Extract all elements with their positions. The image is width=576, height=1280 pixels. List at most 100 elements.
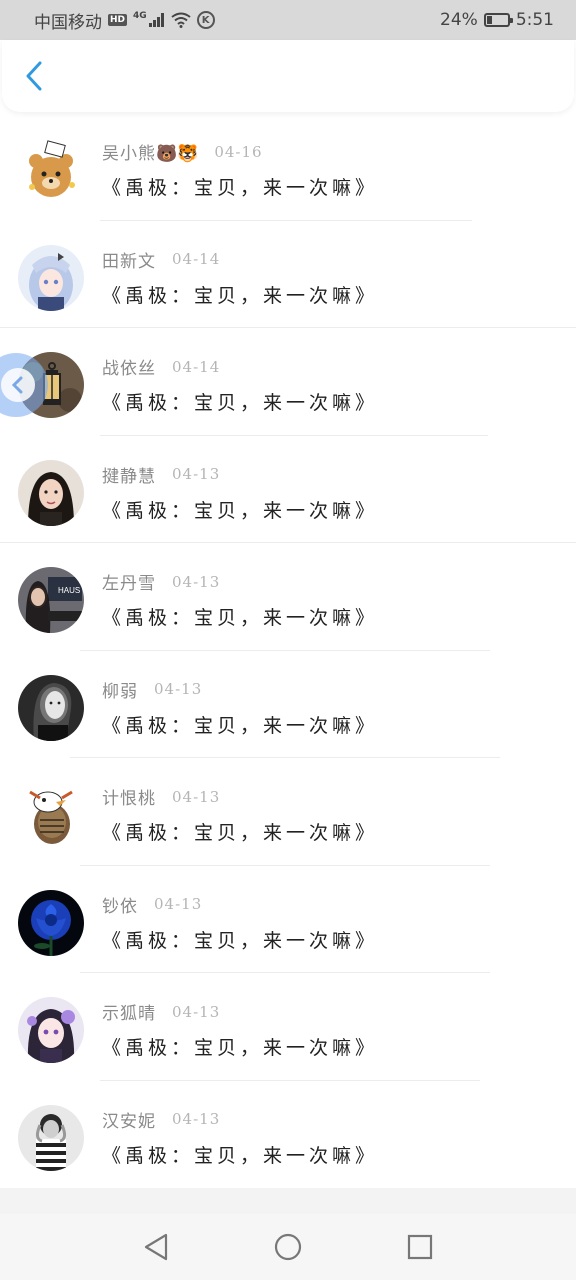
message-row[interactable]: HAUS 左丹雪 04-13 《禹极：宝贝，来一次嘛》 (0, 543, 576, 651)
username: 计恨桃 (102, 784, 156, 809)
message-row[interactable]: 战依丝 04-14 《禹极：宝贝，来一次嘛》 (0, 328, 576, 436)
meta-line: 钞依 04-13 (102, 892, 202, 917)
username: 吴小熊🐻🐯 (102, 139, 198, 164)
blue-rose-avatar (18, 889, 84, 956)
meta-line: 战依丝 04-14 (102, 354, 221, 380)
avatar[interactable] (18, 889, 84, 956)
circle-home-icon (274, 1233, 302, 1261)
nav-recent-button[interactable] (400, 1227, 440, 1267)
bw-portrait-avatar (18, 674, 84, 741)
status-left: 中国移动 HD 4G K (34, 8, 215, 33)
message-date: 04-13 (154, 895, 203, 913)
hd-badge: HD (108, 14, 128, 26)
message-row[interactable]: 柳弱 04-13 《禹极：宝贝，来一次嘛》 (0, 651, 576, 758)
username-text: 吴小熊 (102, 144, 156, 164)
anime-purple-avatar (18, 997, 84, 1063)
message-row[interactable]: 钞依 04-13 《禹极：宝贝，来一次嘛》 (0, 866, 576, 973)
username: 左丹雪 (102, 569, 156, 594)
message-text: 《禹极：宝贝，来一次嘛》 (102, 1144, 379, 1167)
username: 揵静慧 (102, 462, 156, 487)
message-row[interactable]: 吴小熊🐻🐯 04-16 《禹极：宝贝，来一次嘛》 (0, 113, 576, 221)
meta-line: 左丹雪 04-13 (102, 569, 221, 595)
triangle-back-icon (144, 1233, 168, 1261)
navigation-bar (0, 1214, 576, 1280)
network-type: 4G (133, 11, 147, 21)
message-date: 04-13 (172, 572, 221, 591)
clock: 5:51 (515, 10, 554, 30)
avatar[interactable] (18, 674, 84, 741)
message-text: 《禹极：宝贝，来一次嘛》 (102, 1037, 379, 1059)
message-row[interactable]: 汉安妮 04-13 《禹极：宝贝，来一次嘛》 (0, 1081, 576, 1189)
username-text: 左丹雪 (102, 574, 156, 594)
signal-icon (148, 13, 165, 27)
message-text: 《禹极：宝贝，来一次嘛》 (102, 499, 379, 522)
meta-line: 揵静慧 04-13 (102, 462, 220, 487)
username: 汉安妮 (102, 1107, 156, 1132)
square-recent-icon (407, 1234, 433, 1260)
username-emoji: 🐻🐯 (156, 144, 199, 164)
username-text: 计恨桃 (102, 789, 156, 809)
message-row[interactable]: 示狐晴 04-13 《禹极：宝贝，来一次嘛》 (0, 973, 576, 1081)
meta-line: 示狐晴 04-13 (102, 999, 221, 1025)
message-text: 《禹极：宝贝，来一次嘛》 (102, 392, 379, 414)
message-text: 《禹极：宝贝，来一次嘛》 (102, 929, 379, 952)
girl-photo-avatar (18, 459, 84, 526)
carrier-name: 中国移动 (34, 12, 102, 33)
message-date: 04-13 (172, 787, 221, 806)
username-text: 田新文 (102, 251, 156, 272)
avatar[interactable]: HAUS (18, 567, 84, 633)
message-date: 04-14 (172, 250, 221, 268)
meta-line: 田新文 04-14 (102, 247, 220, 272)
message-row[interactable]: 计恨桃 04-13 《禹极：宝贝，来一次嘛》 (0, 758, 576, 866)
k-app-icon: K (196, 11, 215, 29)
message-row[interactable]: 田新文 04-14 《禹极：宝贝，来一次嘛》 (0, 221, 576, 328)
username: 示狐晴 (102, 999, 156, 1024)
status-right: 24% 5:51 (440, 10, 554, 30)
message-text: 《禹极：宝贝，来一次嘛》 (102, 177, 379, 199)
back-button[interactable] (16, 58, 52, 94)
avatar[interactable] (18, 244, 84, 311)
username-text: 钞依 (102, 896, 138, 917)
username-text: 战依丝 (102, 359, 156, 379)
meta-line: 汉安妮 04-13 (102, 1107, 220, 1132)
anime-girl-avatar (18, 244, 84, 311)
username-text: 示狐晴 (102, 1004, 156, 1024)
status-bar: 中国移动 HD 4G K 24% 5:51 (0, 0, 576, 40)
battery-fill (486, 16, 492, 24)
chevron-left-icon (26, 61, 42, 91)
girl-sign-avatar: HAUS (18, 567, 84, 633)
battery-icon (483, 13, 513, 27)
avatar[interactable] (18, 782, 84, 848)
message-text: 《禹极：宝贝，来一次嘛》 (102, 714, 379, 737)
username-text: 柳弱 (102, 681, 138, 702)
message-row[interactable]: 揵静慧 04-13 《禹极：宝贝，来一次嘛》 (0, 436, 576, 543)
message-date: 04-13 (172, 1002, 221, 1021)
bottom-strip (0, 1188, 576, 1214)
message-text: 《禹极：宝贝，来一次嘛》 (102, 822, 379, 844)
meta-line: 吴小熊🐻🐯 04-16 (102, 139, 263, 165)
username: 柳弱 (102, 677, 138, 702)
message-date: 04-16 (214, 142, 263, 161)
username-text: 汉安妮 (102, 1111, 156, 1132)
avatar[interactable] (18, 1104, 84, 1171)
avatar[interactable] (18, 137, 84, 203)
nav-back-button[interactable] (136, 1227, 176, 1267)
header (2, 40, 574, 112)
username: 钞依 (102, 892, 138, 917)
nav-home-button[interactable] (268, 1227, 308, 1267)
username: 战依丝 (102, 354, 156, 379)
floating-back-icon (1, 368, 35, 402)
message-date: 04-14 (172, 357, 221, 376)
username-text: 揵静慧 (102, 466, 156, 487)
cartoon-bird-avatar (18, 782, 84, 848)
message-date: 04-13 (172, 1110, 221, 1128)
avatar[interactable] (18, 459, 84, 526)
wifi-icon (171, 12, 191, 28)
cartoon-bear-avatar (18, 137, 84, 203)
avatar[interactable] (18, 997, 84, 1063)
message-text: 《禹极：宝贝，来一次嘛》 (102, 284, 379, 307)
striped-shirt-avatar (18, 1104, 84, 1171)
meta-line: 柳弱 04-13 (102, 677, 202, 702)
username: 田新文 (102, 247, 156, 272)
message-text: 《禹极：宝贝，来一次嘛》 (102, 607, 379, 629)
